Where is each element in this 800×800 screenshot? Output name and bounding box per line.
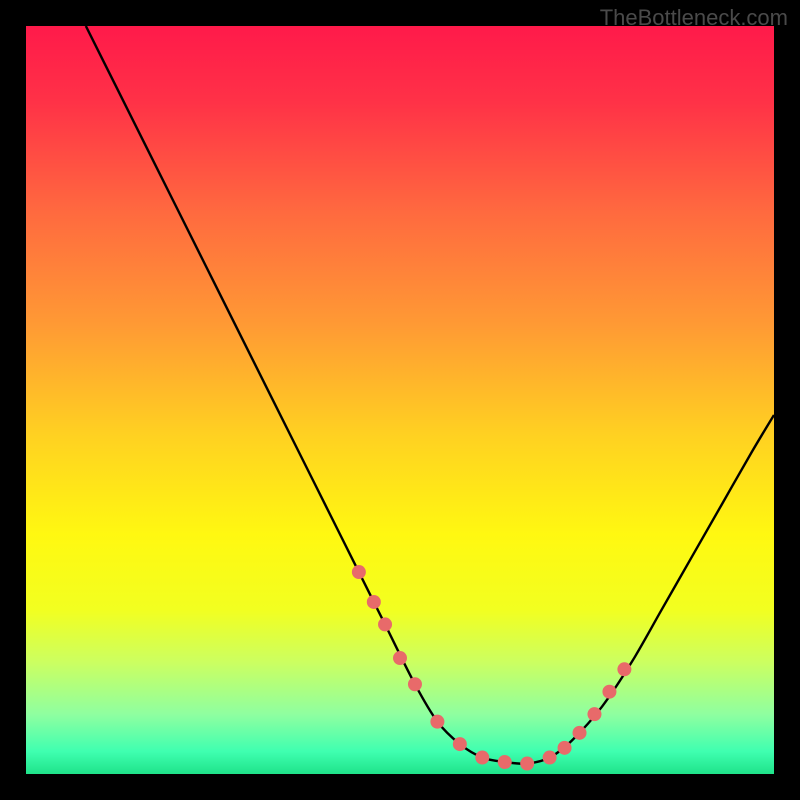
marker-point bbox=[352, 565, 366, 579]
marker-point bbox=[367, 595, 381, 609]
marker-point bbox=[617, 662, 631, 676]
marker-point bbox=[475, 751, 489, 765]
marker-point bbox=[453, 737, 467, 751]
marker-point bbox=[378, 617, 392, 631]
plot-area bbox=[26, 26, 774, 774]
bottleneck-curve bbox=[86, 26, 774, 764]
marker-point bbox=[587, 707, 601, 721]
marker-point bbox=[498, 755, 512, 769]
marker-point bbox=[602, 685, 616, 699]
marker-point bbox=[520, 757, 534, 771]
marker-point bbox=[543, 751, 557, 765]
highlight-markers bbox=[352, 565, 632, 770]
marker-point bbox=[573, 726, 587, 740]
watermark-text: TheBottleneck.com bbox=[600, 5, 788, 31]
marker-point bbox=[393, 651, 407, 665]
marker-point bbox=[408, 677, 422, 691]
marker-point bbox=[558, 741, 572, 755]
marker-point bbox=[430, 715, 444, 729]
curve-layer bbox=[26, 26, 774, 774]
